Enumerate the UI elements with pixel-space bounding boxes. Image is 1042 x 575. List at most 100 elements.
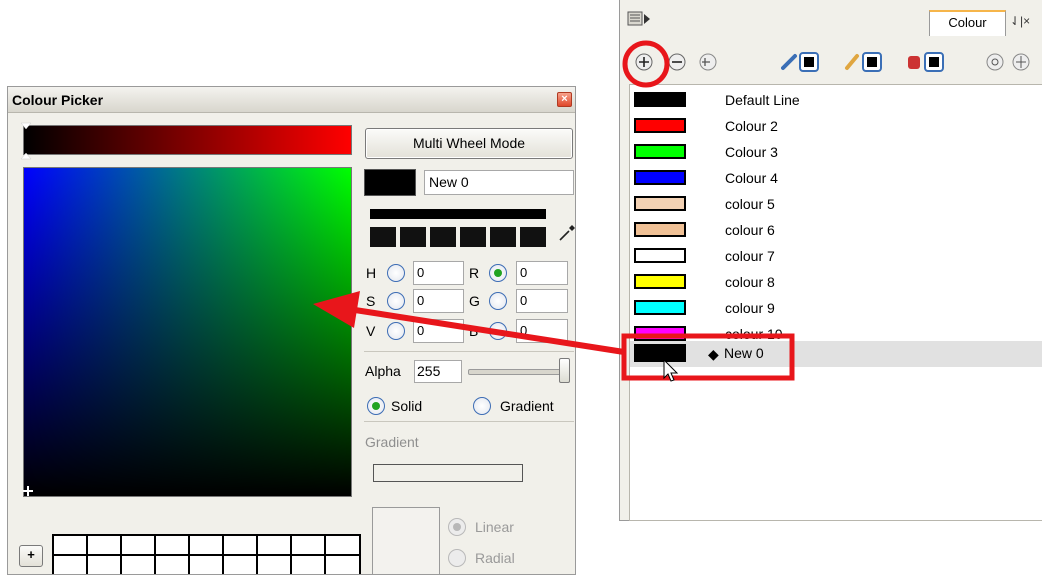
recent-swatch[interactable] (400, 227, 426, 247)
gradient-label: Gradient (500, 398, 554, 414)
gradient-radio[interactable] (473, 397, 491, 415)
eyedropper-icon[interactable] (557, 223, 576, 243)
color-swatch (634, 300, 686, 315)
alpha-label: Alpha (365, 363, 401, 379)
swatch-cell[interactable] (223, 555, 257, 574)
s-field[interactable]: 0 (413, 289, 464, 313)
multi-wheel-mode-button[interactable]: Multi Wheel Mode (365, 128, 573, 159)
swatch-cell[interactable] (87, 535, 121, 555)
gradient-section-label: Gradient (365, 434, 419, 450)
list-item[interactable]: colour 9 (630, 296, 1042, 322)
color-name: Colour 4 (725, 170, 778, 186)
recent-swatch[interactable] (370, 227, 396, 247)
texture-icon[interactable] (698, 52, 718, 72)
swatch-cell[interactable] (325, 555, 360, 574)
v-radio[interactable] (387, 322, 405, 340)
add-swatch-button[interactable]: + (19, 545, 43, 567)
swatch-cell[interactable] (87, 555, 121, 574)
h-field[interactable]: 0 (413, 261, 464, 285)
b-radio[interactable] (489, 322, 507, 340)
r-radio[interactable] (489, 264, 507, 282)
remove-color-icon[interactable] (667, 52, 687, 72)
list-item[interactable]: colour 8 (630, 270, 1042, 296)
color-name: Colour 3 (725, 144, 778, 160)
recent-swatch[interactable] (490, 227, 516, 247)
gradient-bar (373, 464, 523, 482)
color-swatch (634, 344, 686, 362)
colour-panel: Colour ⇃|× Default Line Colour 2 Colour … (619, 0, 1042, 521)
panel-close-icon[interactable]: ⇃|× (1010, 14, 1030, 28)
divider (364, 421, 574, 422)
swatch-cell[interactable] (325, 535, 360, 555)
solid-radio[interactable] (367, 397, 385, 415)
hue-slider[interactable] (23, 125, 352, 155)
list-item[interactable]: Colour 2 (630, 114, 1042, 140)
line-color-icon[interactable] (781, 52, 821, 72)
color-swatch (634, 92, 686, 107)
color-name: Default Line (725, 92, 800, 108)
color-name: colour 5 (725, 196, 775, 212)
recent-swatch[interactable] (460, 227, 486, 247)
divider (364, 351, 574, 352)
swatch-cell[interactable] (189, 555, 223, 574)
list-item[interactable]: colour 6 (630, 218, 1042, 244)
radial-label: Radial (475, 550, 515, 566)
color-swatch (634, 326, 686, 341)
swatch-cell[interactable] (223, 535, 257, 555)
gradient-preview (372, 507, 440, 574)
list-item[interactable]: Colour 3 (630, 140, 1042, 166)
recent-swatch[interactable] (430, 227, 456, 247)
alpha-field[interactable]: 255 (414, 360, 462, 383)
color-name: colour 10 (725, 326, 783, 342)
list-item[interactable]: colour 7 (630, 244, 1042, 270)
swatch-grid (52, 534, 361, 574)
color-swatch (634, 118, 686, 133)
swatch-cell[interactable] (121, 535, 155, 555)
swatch-cell[interactable] (291, 555, 325, 574)
color-name-field[interactable]: New 0 (424, 170, 574, 195)
crosshair-icon (23, 486, 33, 496)
swatch-cell[interactable] (53, 535, 87, 555)
tab-colour[interactable]: Colour (929, 10, 1006, 36)
swatch-cell[interactable] (291, 535, 325, 555)
g-radio[interactable] (489, 292, 507, 310)
color-name: colour 7 (725, 248, 775, 264)
colour-field[interactable] (23, 167, 352, 497)
close-button[interactable]: × (557, 92, 572, 107)
swatch-cell[interactable] (155, 535, 189, 555)
recent-swatch[interactable] (520, 227, 546, 247)
swatch-cell[interactable] (257, 555, 291, 574)
paint-color-icon[interactable] (906, 52, 946, 72)
colour-picker-titlebar[interactable]: Colour Picker × (8, 87, 575, 113)
color-name: New 0 (724, 345, 764, 361)
b-field[interactable]: 0 (516, 319, 568, 343)
r-field[interactable]: 0 (516, 261, 568, 285)
swatch-cell[interactable] (155, 555, 189, 574)
alpha-slider-handle[interactable] (559, 358, 570, 383)
swatch-cell[interactable] (53, 555, 87, 574)
panel-menu-icon[interactable] (627, 10, 651, 28)
link-icon[interactable] (985, 52, 1005, 72)
add-color-icon[interactable] (634, 52, 654, 72)
colour-picker-title: Colour Picker (12, 92, 104, 108)
v-field[interactable]: 0 (413, 319, 464, 343)
g-field[interactable]: 0 (516, 289, 568, 313)
list-item[interactable]: Colour 4 (630, 166, 1042, 192)
swatch-cell[interactable] (121, 555, 155, 574)
swatch-cell[interactable] (257, 535, 291, 555)
h-radio[interactable] (387, 264, 405, 282)
swatch-cell[interactable] (189, 535, 223, 555)
b-label: B (469, 323, 479, 339)
color-swatch (634, 274, 686, 289)
list-item[interactable]: Default Line (630, 88, 1042, 114)
linear-label: Linear (475, 519, 514, 535)
s-radio[interactable] (387, 292, 405, 310)
v-label: V (366, 323, 376, 339)
move-icon[interactable] (1011, 52, 1031, 72)
list-item[interactable]: colour 5 (630, 192, 1042, 218)
linear-radio (448, 518, 466, 536)
fill-color-icon[interactable] (844, 52, 884, 72)
list-item-selected[interactable]: ◆ New 0 (630, 341, 1042, 367)
alpha-slider-track[interactable] (468, 369, 568, 375)
color-swatch (634, 170, 686, 185)
